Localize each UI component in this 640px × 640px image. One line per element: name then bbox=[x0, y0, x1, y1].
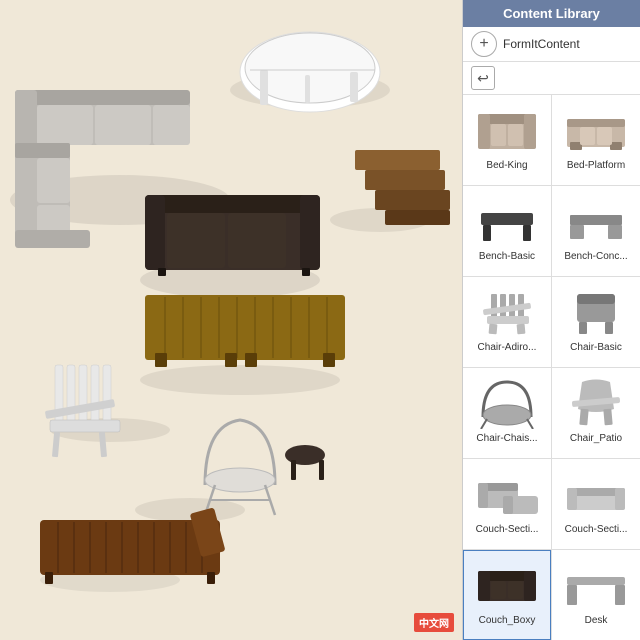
item-thumb-chair-chais bbox=[471, 375, 543, 430]
item-thumb-chair-adiro bbox=[471, 284, 543, 339]
item-thumb-bench-basic bbox=[471, 193, 543, 248]
grid-item-couch-secti1[interactable]: Couch-Secti... bbox=[463, 459, 551, 549]
item-label-chair-basic: Chair-Basic bbox=[570, 342, 622, 354]
item-thumb-couch-secti2 bbox=[560, 466, 632, 521]
item-label-bench-conc: Bench-Conc... bbox=[564, 251, 627, 263]
grid-item-bed-king[interactable]: Bed-King bbox=[463, 95, 551, 185]
item-thumb-couch-boxy bbox=[471, 557, 543, 612]
furniture-scene: 中文网 bbox=[0, 0, 462, 640]
item-label-desk: Desk bbox=[585, 615, 608, 627]
add-button[interactable]: + bbox=[471, 31, 497, 57]
item-label-couch-boxy: Couch_Boxy bbox=[479, 615, 536, 627]
item-thumb-couch-secti1 bbox=[471, 466, 543, 521]
item-thumb-desk bbox=[560, 557, 632, 612]
grid-item-bed-platform[interactable]: Bed-Platform bbox=[552, 95, 640, 185]
item-label-chair-chais: Chair-Chais... bbox=[476, 433, 537, 445]
furniture-svg bbox=[0, 0, 462, 640]
sidebar-header: Content Library bbox=[463, 0, 640, 27]
canvas-area: 中文网 bbox=[0, 0, 462, 640]
grid-item-bench-basic[interactable]: Bench-Basic bbox=[463, 186, 551, 276]
item-label-bed-platform: Bed-Platform bbox=[567, 160, 625, 172]
sidebar-toolbar: + FormItContent bbox=[463, 27, 640, 62]
toolbar-label: FormItContent bbox=[503, 37, 580, 51]
grid-item-chair-adiro[interactable]: Chair-Adiro... bbox=[463, 277, 551, 367]
grid-item-bench-conc[interactable]: Bench-Conc... bbox=[552, 186, 640, 276]
item-label-chair-patio: Chair_Patio bbox=[570, 433, 622, 445]
item-thumb-bed-platform bbox=[560, 102, 632, 157]
grid-item-desk[interactable]: Desk bbox=[552, 550, 640, 640]
grid-item-chair-patio[interactable]: Chair_Patio bbox=[552, 368, 640, 458]
sidebar-back: ↩ bbox=[463, 62, 640, 95]
item-label-couch-secti2: Couch-Secti... bbox=[565, 524, 628, 536]
item-thumb-bench-conc bbox=[560, 193, 632, 248]
sidebar: Content Library + FormItContent ↩ Bed-Ki… bbox=[462, 0, 640, 640]
item-label-couch-secti1: Couch-Secti... bbox=[476, 524, 539, 536]
items-grid: Bed-King Bed-Platform bbox=[463, 95, 640, 640]
grid-item-couch-boxy[interactable]: Couch_Boxy bbox=[463, 550, 551, 640]
grid-item-chair-basic[interactable]: Chair-Basic bbox=[552, 277, 640, 367]
back-button[interactable]: ↩ bbox=[471, 66, 495, 90]
item-thumb-chair-patio bbox=[560, 375, 632, 430]
item-thumb-bed-king bbox=[471, 102, 543, 157]
item-label-chair-adiro: Chair-Adiro... bbox=[478, 342, 537, 354]
item-thumb-chair-basic bbox=[560, 284, 632, 339]
item-label-bed-king: Bed-King bbox=[486, 160, 527, 172]
grid-item-chair-chais[interactable]: Chair-Chais... bbox=[463, 368, 551, 458]
item-label-bench-basic: Bench-Basic bbox=[479, 251, 535, 263]
grid-item-couch-secti2[interactable]: Couch-Secti... bbox=[552, 459, 640, 549]
watermark: 中文网 bbox=[414, 613, 454, 632]
